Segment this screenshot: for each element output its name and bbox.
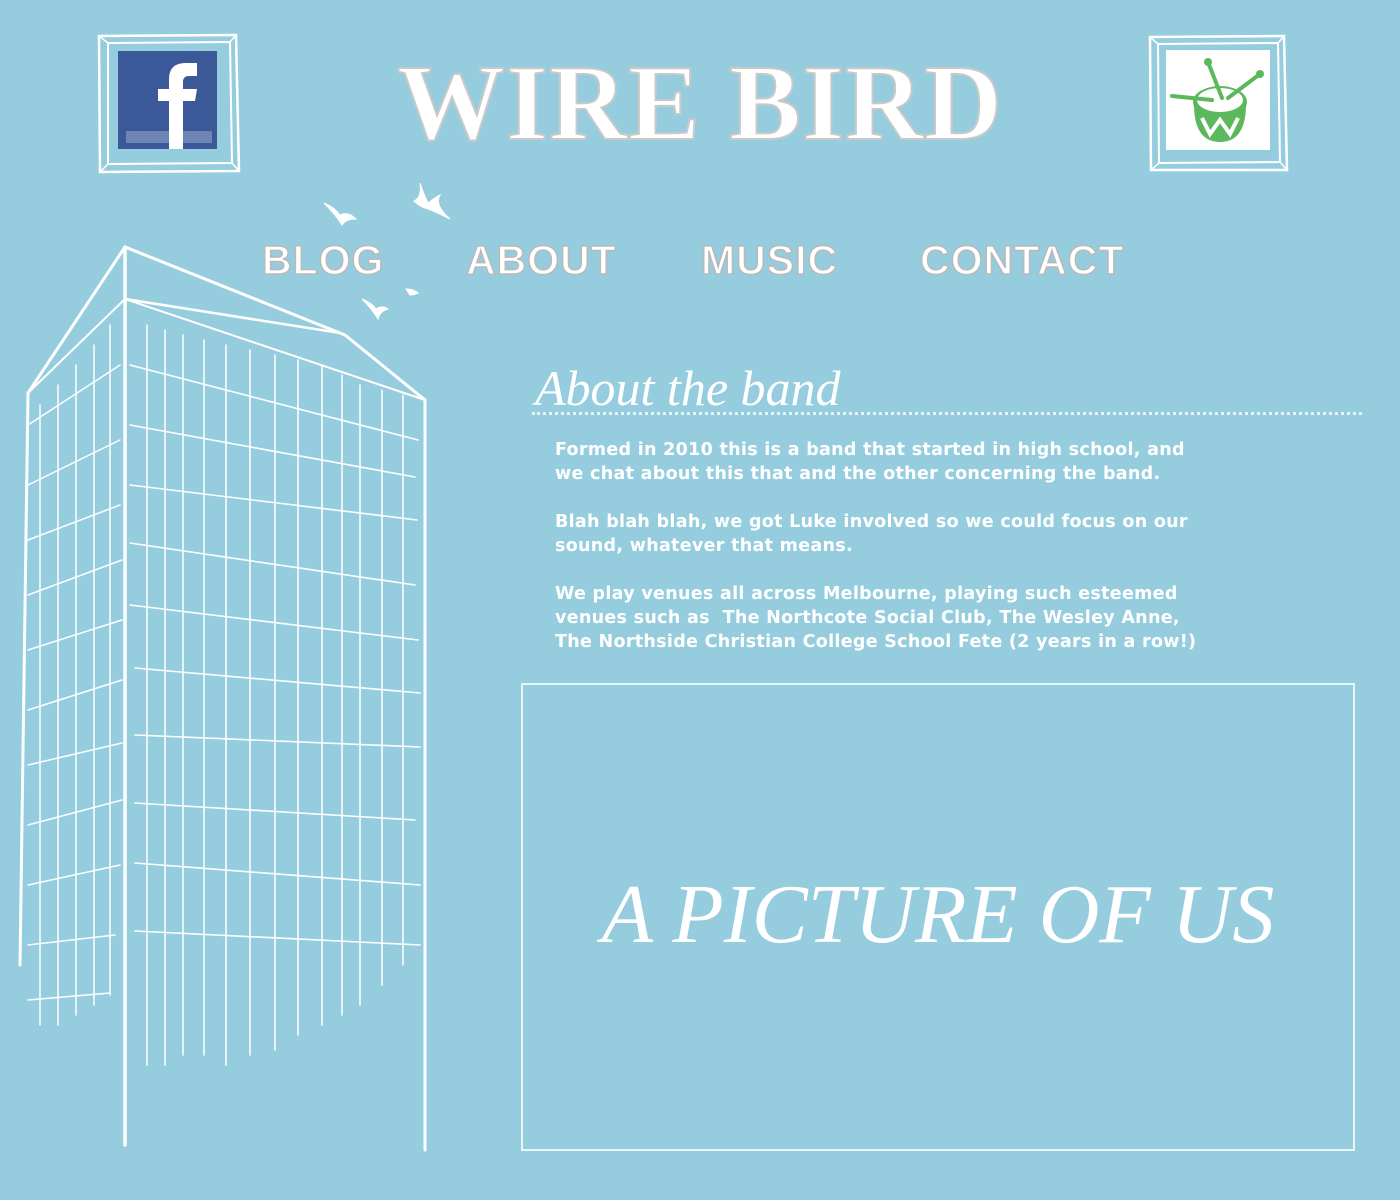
main-nav: BLOG ABOUT MUSIC CONTACT [0, 236, 1400, 286]
nav-contact[interactable]: CONTACT [919, 236, 1124, 284]
facebook-icon [97, 33, 241, 174]
about-paragraph-2: Blah blah blah, we got Luke involved so … [555, 512, 1188, 556]
picture-label: A PICTURE OF US [601, 868, 1275, 961]
building-illustration [18, 245, 427, 1152]
about-paragraph-3: We play venues all across Melbourne, pla… [555, 584, 1197, 652]
about-body: Formed in 2010 this is a band that start… [555, 438, 1275, 678]
nav-about[interactable]: ABOUT [465, 236, 617, 284]
about-paragraph-1: Formed in 2010 this is a band that start… [555, 440, 1185, 484]
site-title: WIRE BIRD [396, 43, 1004, 164]
nav-blog[interactable]: BLOG [261, 236, 384, 284]
heading-divider [532, 412, 1362, 415]
about-heading: About the band [535, 360, 841, 416]
triple-j-drum-icon [1148, 34, 1289, 172]
band-picture-placeholder: A PICTURE OF US [521, 683, 1355, 1151]
triple-j-link[interactable] [1148, 34, 1290, 174]
facebook-link[interactable] [96, 33, 241, 175]
nav-music[interactable]: MUSIC [700, 236, 838, 284]
